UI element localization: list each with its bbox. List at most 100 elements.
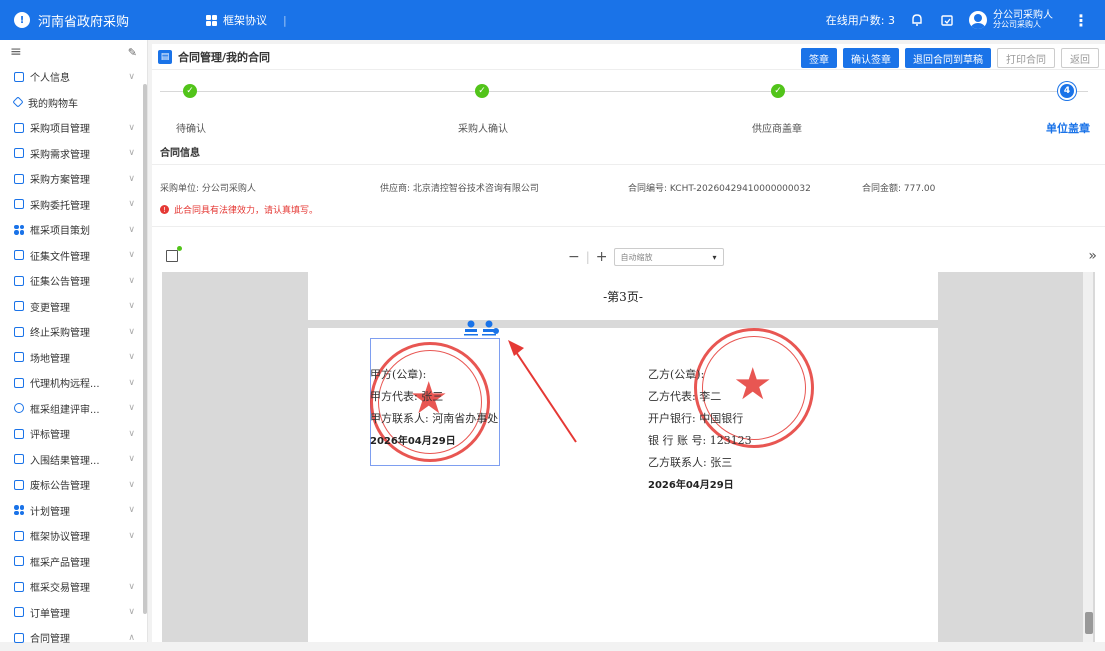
chevron-down-icon: ∨ [128,71,135,82]
sidebar-item-demand[interactable]: 采购需求管理 ∨ [0,141,147,167]
document-icon [14,199,24,210]
chevron-down-icon: ∨ [128,352,135,363]
back-button[interactable]: 返回 [1061,48,1099,68]
pointer-arrow-icon [508,340,577,443]
zoom-out-button[interactable]: − [568,249,580,265]
sidebar-item-label: 采购委托管理 [30,200,90,212]
print-contract-button[interactable]: 打印合同 [997,48,1055,68]
sidebar-item-label: 框采产品管理 [30,557,90,569]
more-vertical-icon[interactable]: ⋮ [1073,11,1089,30]
chevron-down-icon: ∨ [128,301,135,312]
divider [152,226,1105,227]
grid-icon [206,14,217,26]
sidebar-item-label: 终止采购管理 [30,328,90,340]
action-buttons: 签章 确认签章 退回合同到草稿 打印合同 返回 [801,48,1099,68]
sidebar-scrollbar[interactable] [143,84,147,614]
online-users: 在线用户数: 3 [826,12,895,28]
sign-button[interactable]: 签章 [801,48,837,68]
sidebar-item-trading[interactable]: 框采交易管理 ∨ [0,574,147,600]
sidebar-item-label: 采购方案管理 [30,175,90,187]
sidebar-item-terminate[interactable]: 终止采购管理 ∨ [0,319,147,345]
zoom-divider: | [585,250,590,264]
sidebar-item-venue[interactable]: 场地管理 ∨ [0,345,147,371]
sidebar-item-schedule[interactable]: 计划管理 ∨ [0,498,147,524]
document-icon [14,173,24,184]
chevron-down-icon: ∨ [128,505,135,516]
page-title: 合同管理/我的合同 [178,50,271,64]
evaluation-icon [14,428,24,439]
app-title: 河南省政府采购 [38,14,130,30]
sidebar-item-void-notice[interactable]: 废标公告管理 ∨ [0,472,147,498]
sidebar-item-shortlist[interactable]: 入围结果管理... ∨ [0,447,147,473]
chevron-down-icon: ∨ [128,428,135,439]
app-logo[interactable]: ! 河南省政府采购 [0,11,190,30]
sidebar-item-products[interactable]: 框采产品管理 [0,549,147,575]
step-current-indicator: 4 [1060,84,1074,98]
step-label-buyer-confirm: 采购人确认 [458,124,508,135]
expand-tools-button[interactable]: » [1088,248,1097,264]
user-name: 分公司采购人 [993,10,1053,21]
alert-icon: ! [160,205,169,214]
document-icon [14,250,24,261]
calendar-check-icon[interactable] [939,12,955,28]
viewer-scroll-thumb[interactable] [1085,612,1093,634]
sidebar-item-label: 入围结果管理... [30,455,100,467]
sidebar-item-cart[interactable]: 我的购物车 [0,90,147,116]
chevron-down-icon: ∨ [128,122,135,133]
contract-number: 合同编号: KCHT-20260429410000000032 [628,184,811,194]
top-bar: ! 河南省政府采购 框架协议 | 在线用户数: 3 分公司采购人 分公司采购人 … [0,0,1105,40]
sidebar-item-agency-remote[interactable]: 代理机构远程... ∨ [0,370,147,396]
supplier-name: 供应商: 北京清控智谷技术咨询有限公司 [380,184,539,194]
sidebar-item-contracts[interactable]: 合同管理 ∧ [0,625,147,651]
sidebar-item-label: 代理机构远程... [30,379,100,391]
sidebar-item-plan[interactable]: 采购方案管理 ∨ [0,166,147,192]
contract-info-title: 合同信息 [160,148,200,159]
pin-icon[interactable]: ✎ [128,46,137,59]
zoom-select[interactable]: 自动缩放 ▾ [613,248,724,266]
step-check-icon: ✓ [771,84,785,98]
sidebar-item-label: 订单管理 [30,608,70,620]
chevron-down-icon: ∨ [128,173,135,184]
seal-position-icon[interactable] [462,316,502,338]
sidebar-item-project[interactable]: 采购项目管理 ∨ [0,115,147,141]
sidebar-item-framework-agreement[interactable]: 框架协议管理 ∨ [0,523,147,549]
module-switch[interactable]: 框架协议 | [206,12,287,28]
party-b-date: 2026年04月29日 [648,480,734,491]
divider [152,164,1105,165]
void-icon [14,479,24,490]
party-a-date: 2026年04月29日 [370,436,456,447]
bell-icon[interactable] [909,12,925,28]
sidebar-toggle-icon[interactable] [166,246,182,262]
return-draft-button[interactable]: 退回合同到草稿 [905,48,991,68]
venue-icon [14,352,24,363]
sidebar-item-personal-info[interactable]: 个人信息 ∨ [0,64,147,90]
sidebar-item-label: 评标管理 [30,430,70,442]
sidebar-item-framework-planning[interactable]: 框采项目策划 ∨ [0,217,147,243]
confirm-sign-button[interactable]: 确认签章 [843,48,899,68]
sidebar-item-evaluation[interactable]: 评标管理 ∨ [0,421,147,447]
sidebar-item-label: 废标公告管理 [30,481,90,493]
module-label: 框架协议 [223,14,267,27]
pdf-page: ★ ★ 甲方(公章): 甲方代表: 张三 甲方联系人: 河南省办事处 2026年… [308,320,938,642]
zoom-in-button[interactable]: + [596,249,608,265]
sidebar-item-entrust[interactable]: 采购委托管理 ∨ [0,192,147,218]
sidebar-item-solicit-notice[interactable]: 征集公告管理 ∨ [0,268,147,294]
menu-toggle-icon[interactable]: ≡ [10,44,22,60]
pdf-viewer[interactable]: -第3页- ★ ★ 甲方(公章): 甲方代表: 张三 甲方联系人: 河南省办事处… [162,272,1095,642]
top-right: 在线用户数: 3 分公司采购人 分公司采购人 ⋮ [826,0,1105,40]
sidebar-item-review-panel[interactable]: 框采组建评审... ∨ [0,396,147,422]
sidebar-item-label: 框架协议管理 [30,532,90,544]
party-b-bank: 开户银行: 中国银行 [648,412,744,425]
zoom-select-value: 自动缩放 [620,252,653,262]
sidebar-item-label: 变更管理 [30,302,70,314]
user-menu[interactable]: 分公司采购人 分公司采购人 [969,11,1053,29]
sidebar-item-change[interactable]: 变更管理 ∨ [0,294,147,320]
pdf-page: -第3页- [308,272,938,320]
viewer-scrollbar[interactable] [1083,272,1093,642]
dots-grid-icon [14,505,24,516]
online-label: 在线用户数: [825,14,885,27]
agency-icon [14,377,24,388]
chevron-up-icon: ∧ [128,632,135,643]
sidebar-item-solicit-docs[interactable]: 征集文件管理 ∨ [0,243,147,269]
sidebar-item-orders[interactable]: 订单管理 ∨ [0,600,147,626]
